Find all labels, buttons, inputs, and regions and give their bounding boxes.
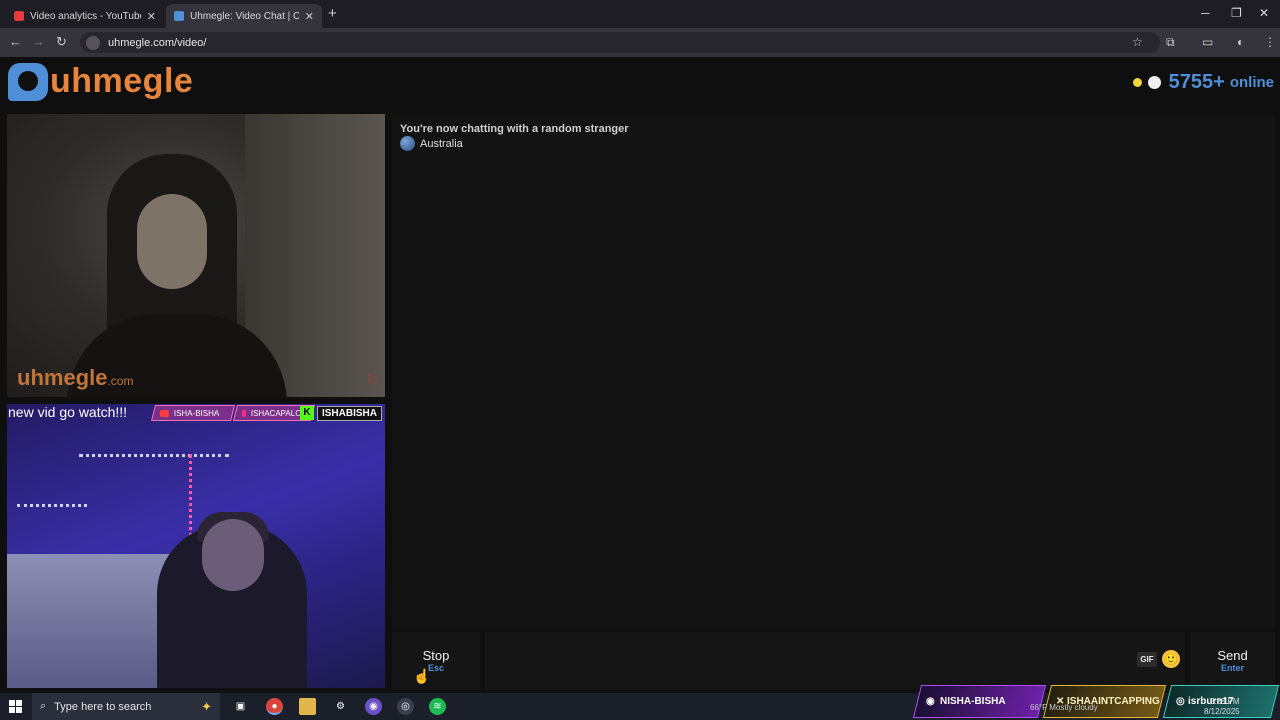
minimize-button[interactable]: ─ [1201,6,1210,20]
instagram-icon: ◎ [1176,696,1188,707]
stranger-country: Australia [400,136,463,151]
chrome-icon[interactable]: ● [266,698,283,715]
site-logo[interactable]: uhmegle [8,62,193,101]
maximize-button[interactable]: ❐ [1231,6,1242,20]
address-toolbar: ← → ↻ uhmegle.com/video/ ☆ ⧉ ▭ ◐ ⋮ [0,28,1280,57]
logo-bubble-icon [8,62,48,101]
video-watermark: uhmegle.com [17,365,133,391]
clock-date: 8/12/2025 [1204,707,1240,716]
tab-youtube-studio[interactable]: Video analytics - YouTube Studio ✕ [6,4,164,28]
spotify-icon[interactable]: ≋ [429,698,446,715]
message-input[interactable] [485,632,1185,690]
page-content: uhmegle 5755+ online uhmegle.com ⚐ new v… [0,57,1280,693]
chat-controls: Stop Esc GIF 🙂 Send Enter [392,632,1275,690]
settings-icon[interactable]: ⚙ [332,698,349,715]
taskbar-search[interactable]: ⌕ Type here to search ✦ [32,693,220,720]
address-bar[interactable]: uhmegle.com/video/ [80,32,1160,53]
url-text: uhmegle.com/video/ [108,36,207,49]
app-icon[interactable]: ◎ [397,698,414,715]
online-counter: 5755+ online [1132,71,1274,94]
browser-tab-bar: Video analytics - YouTube Studio ✕ Uhmeg… [0,0,1280,28]
discord-icon: ◉ [926,696,941,707]
video-face [137,194,207,289]
gif-button[interactable]: GIF [1137,652,1157,667]
profile-icon[interactable]: ◐ [1237,35,1244,49]
clock-time: 5:28 PM [1209,697,1240,706]
new-tab-button[interactable]: + [328,5,337,22]
site-info-icon[interactable] [86,35,100,50]
send-label: Send [1217,648,1248,663]
file-explorer-icon[interactable] [299,698,316,715]
light-mode-icon[interactable] [1132,78,1142,87]
stop-shortcut: Esc [427,663,444,673]
dark-mode-icon[interactable] [1147,76,1161,89]
close-window-button[interactable]: ✕ [1259,6,1269,20]
watermark-text: uhmegle [17,365,108,390]
online-label: online [1229,74,1274,91]
extensions-icon[interactable]: ⧉ [1166,35,1175,50]
stop-label: Stop [422,648,450,663]
back-button[interactable]: ← [9,34,22,49]
overlay-label: NISHA-BISHA [940,696,1006,707]
tab-title: Video analytics - YouTube Studio [30,10,141,22]
youtube-icon [160,409,169,417]
weather-widget[interactable]: 66°F Mostly cloudy [1030,703,1098,712]
send-button[interactable]: Send Enter [1190,632,1275,690]
logo-text: uhmegle [50,62,194,100]
discord-overlay: ◉ NISHA-BISHA [912,685,1047,718]
tag-label: ISHACAPALOT [250,408,306,418]
stop-button[interactable]: Stop Esc [392,632,480,690]
tag-label: ISHA-BISHA [174,408,220,418]
menu-icon[interactable]: ⋮ [1264,35,1276,49]
kick-icon: K [299,406,314,420]
youtube-tag: ISHA-BISHA [151,405,235,421]
stranger-video: uhmegle.com ⚐ [7,114,385,397]
video-face [202,519,264,591]
flag-icon[interactable]: ⚐ [366,371,379,389]
chat-status: You're now chatting with a random strang… [400,123,629,135]
globe-icon [400,136,415,151]
video-background [7,554,177,688]
sidepanel-icon[interactable]: ▭ [1202,35,1213,49]
x-overlay: ✕ ISHAAINTCAPPING [1042,685,1167,718]
windows-start-icon[interactable] [9,700,22,713]
sparkle-icon: ✦ [201,698,212,714]
forward-button[interactable]: → [32,34,45,49]
kick-tag: K ISHABISHA [299,405,382,421]
chat-log: You're now chatting with a random strang… [392,114,1275,629]
country-name: Australia [420,137,463,150]
close-tab-icon[interactable]: ✕ [305,10,314,23]
tab-title: Uhmegle: Video Chat | Omegle Alternative [190,10,299,22]
watermark-suffix: .com [107,374,134,388]
led-strip [17,504,87,507]
tab-uhmegle[interactable]: Uhmegle: Video Chat | Omegle Alternative… [166,4,322,28]
emoji-button[interactable]: 🙂 [1162,650,1180,668]
mouse-cursor-icon: ☝ [413,668,431,684]
send-shortcut: Enter [1220,663,1244,673]
youtube-favicon-icon [14,11,24,21]
online-count: 5755+ [1168,71,1225,93]
stream-overlay-note: new vid go watch!!! [8,404,128,420]
uhmegle-favicon-icon [174,11,184,21]
search-placeholder: Type here to search [54,700,152,713]
star-icon[interactable]: ☆ [1132,35,1143,49]
tiktok-icon [242,409,246,417]
obs-icon[interactable]: ◉ [365,698,382,715]
search-icon: ⌕ [40,700,47,712]
task-view-icon[interactable]: ▣ [232,698,249,715]
reload-button[interactable]: ↻ [56,34,67,50]
taskbar-clock[interactable]: 5:28 PM 8/12/2025 [1204,697,1240,717]
close-tab-icon[interactable]: ✕ [147,10,156,23]
self-video: new vid go watch!!! ISHA-BISHA ISHACAPAL… [7,404,385,688]
tag-label: ISHABISHA [316,405,382,421]
led-strip [79,454,229,457]
